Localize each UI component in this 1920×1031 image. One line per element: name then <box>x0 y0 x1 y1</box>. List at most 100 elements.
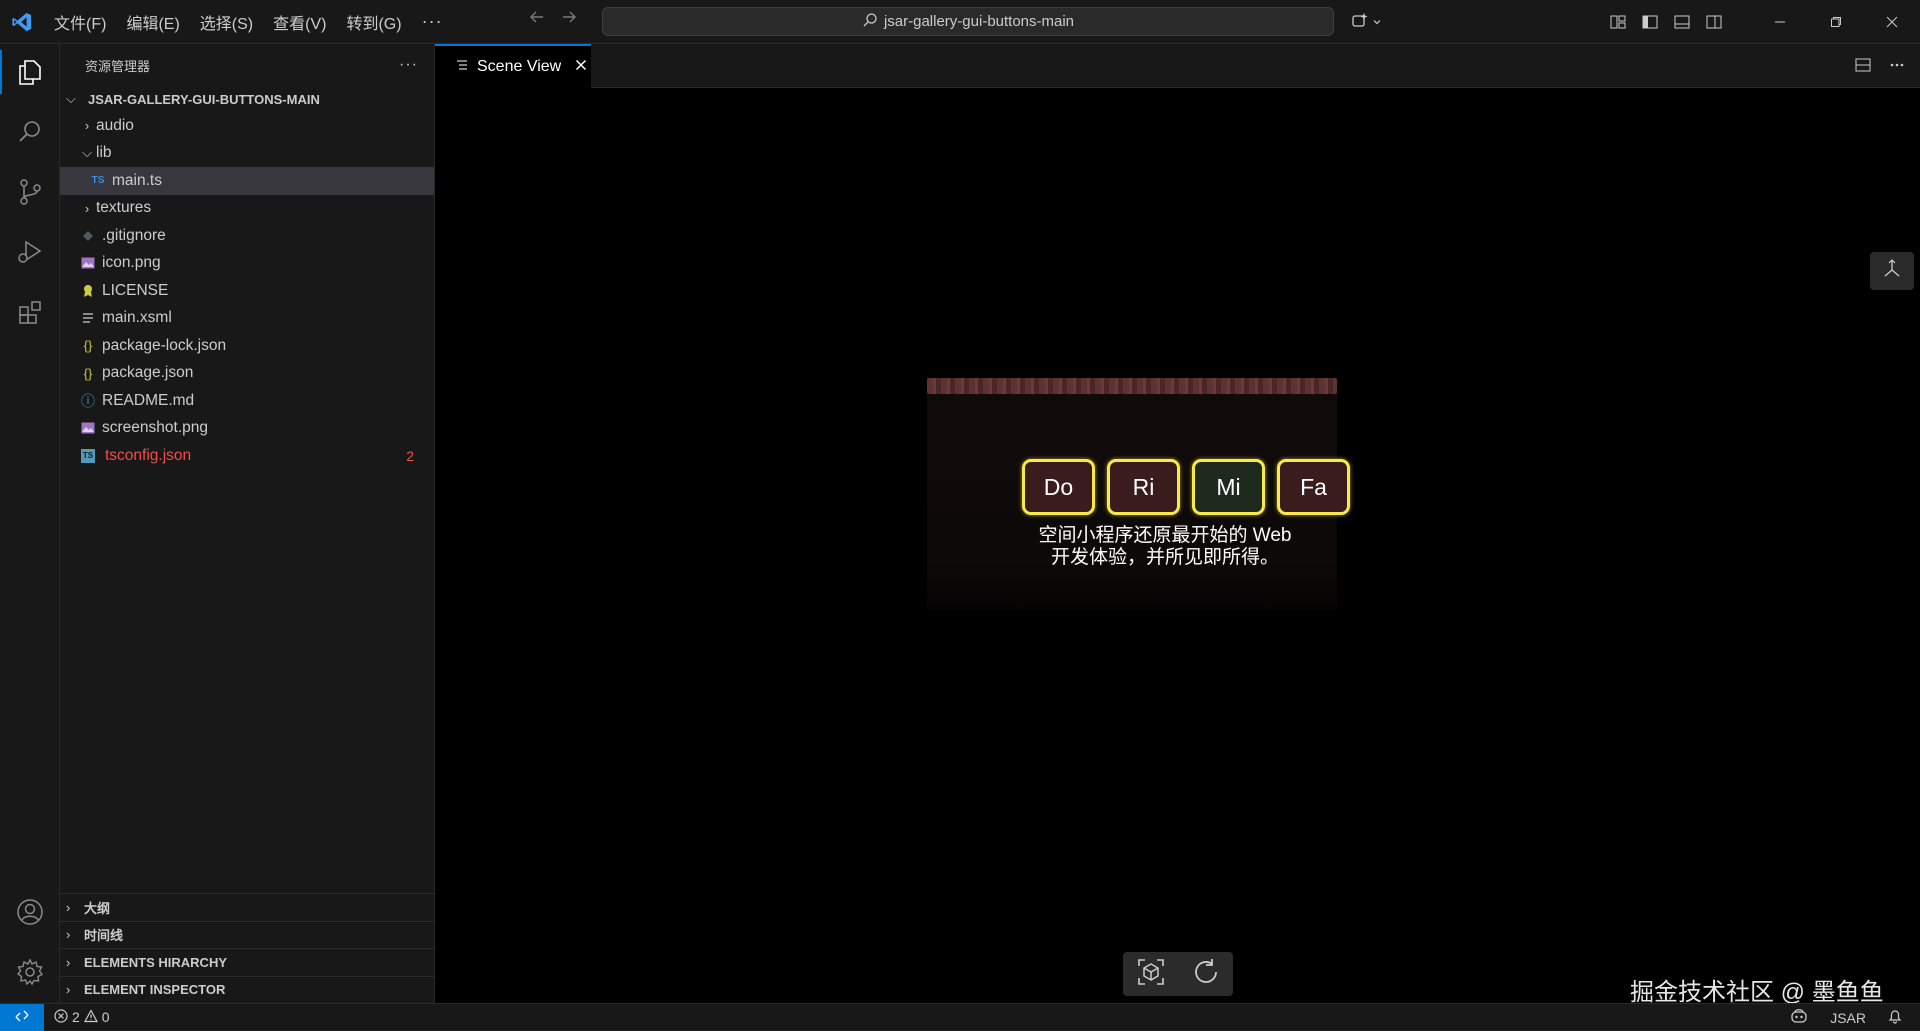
tree-item-main-ts[interactable]: TS main.ts <box>60 167 434 195</box>
menu-go[interactable]: 转到(G) <box>336 10 411 34</box>
tree-item-license[interactable]: LICENSE <box>60 277 434 305</box>
toggle-secondary-sidebar-icon[interactable] <box>1698 0 1730 44</box>
nav-arrows <box>528 8 578 32</box>
focus-object-icon[interactable] <box>1135 956 1167 992</box>
chevron-down-icon: ⌵ <box>82 145 92 161</box>
command-center-search[interactable]: jsar-gallery-gui-buttons-main <box>602 7 1334 36</box>
copilot-sparkle-icon <box>1350 10 1370 34</box>
scene-viewport[interactable]: Do Ri Mi Fa 空间小程序还原最开始的 Web 开发体验，并所见即所得。… <box>435 88 1920 1006</box>
tree-item-label: screenshot.png <box>102 419 208 437</box>
chevron-right-icon: › <box>66 982 71 998</box>
chevron-down-icon: ⌵ <box>66 91 76 106</box>
explorer-title: 资源管理器 <box>85 58 151 74</box>
tree-item-label: main.xsml <box>102 309 172 327</box>
watermark-text: 掘金技术社区 @ 墨鱼鱼 <box>1630 979 1884 1006</box>
vscode-logo-icon[interactable] <box>0 0 44 44</box>
source-control-icon[interactable] <box>0 164 60 220</box>
restore-icon[interactable] <box>1808 0 1864 44</box>
close-icon[interactable] <box>575 58 587 76</box>
tree-item-icon-png[interactable]: icon.png <box>60 250 434 278</box>
axis-gizmo-button[interactable] <box>1870 252 1914 290</box>
warning-count: 0 <box>101 1009 110 1025</box>
extensions-icon[interactable] <box>0 284 60 340</box>
note-button-ri[interactable]: Ri <box>1107 459 1180 515</box>
remote-indicator[interactable] <box>0 1003 44 1031</box>
back-arrow-icon[interactable] <box>528 8 546 32</box>
chevron-right-icon: › <box>66 899 71 915</box>
menu-view[interactable]: 查看(V) <box>263 10 336 34</box>
copilot-button[interactable] <box>1350 10 1382 34</box>
menu-selection[interactable]: 选择(S) <box>190 10 263 34</box>
status-bar: 2 0 JSAR <box>0 1003 1920 1031</box>
toggle-panel-icon[interactable] <box>1666 0 1698 44</box>
pane-timeline[interactable]: › 时间线 <box>60 920 435 949</box>
toggle-primary-sidebar-icon[interactable] <box>1634 0 1666 44</box>
workspace-root-label: JSAR-GALLERY-GUI-BUTTONS-MAIN <box>88 91 320 107</box>
workspace-root-folder[interactable]: ⌵ JSAR-GALLERY-GUI-BUTTONS-MAIN <box>60 86 434 112</box>
run-debug-icon[interactable] <box>0 224 60 280</box>
error-icon <box>54 1008 68 1026</box>
tree-item-textures[interactable]: › textures <box>60 195 434 223</box>
search-icon <box>862 12 878 32</box>
typescript-file-icon: TS <box>91 175 105 187</box>
menu-edit[interactable]: 编辑(E) <box>116 10 189 34</box>
problems-indicator[interactable]: 2 0 <box>44 1008 110 1026</box>
tree-item-main-xsml[interactable]: main.xsml <box>60 305 434 333</box>
tree-item-package-json[interactable]: {} package.json <box>60 360 434 388</box>
tab-label: Scene View <box>477 58 562 75</box>
forward-arrow-icon[interactable] <box>560 8 578 32</box>
tree-item-label: package.json <box>102 364 194 382</box>
tree-item-label: audio <box>96 116 134 134</box>
refresh-icon[interactable] <box>1191 957 1221 991</box>
pane-elements-hierarchy[interactable]: › ELEMENTS HIRARCHY <box>60 948 435 976</box>
tab-scene-view[interactable]: Scene View <box>435 44 591 88</box>
pane-element-inspector[interactable]: › ELEMENT INSPECTOR <box>60 975 435 1004</box>
tree-item-lib[interactable]: ⌵ lib <box>60 140 434 168</box>
menu-file[interactable]: 文件(F) <box>44 10 116 34</box>
explorer-header: 资源管理器 ··· <box>60 44 434 86</box>
tree-item-tsconfig-json[interactable]: TS tsconfig.json 2 <box>60 442 434 470</box>
tree-item-gitignore[interactable]: .gitignore <box>60 222 434 250</box>
minimize-icon[interactable] <box>1752 0 1808 44</box>
account-icon[interactable] <box>0 884 60 940</box>
menu-more[interactable]: ··· <box>412 11 453 32</box>
explorer-more-button[interactable]: ··· <box>399 56 418 74</box>
explorer-sidebar: 资源管理器 ··· ⌵ JSAR-GALLERY-GUI-BUTTONS-MAI… <box>60 44 435 1003</box>
tree-item-label: LICENSE <box>102 281 169 299</box>
note-button-do[interactable]: Do <box>1022 459 1095 515</box>
search-activity-icon[interactable] <box>0 104 60 160</box>
note-button-mi[interactable]: Mi <box>1192 459 1265 515</box>
tree-item-audio[interactable]: › audio <box>60 112 434 140</box>
scene-caption: 空间小程序还原最开始的 Web 开发体验，并所见即所得。 <box>995 525 1335 569</box>
copilot-status-icon[interactable] <box>1790 1008 1808 1027</box>
pane-element-inspector-label: ELEMENT INSPECTOR <box>84 982 226 998</box>
problem-count-badge: 2 <box>406 447 414 464</box>
pane-outline[interactable]: › 大纲 <box>60 893 435 921</box>
tree-item-label: textures <box>96 199 152 217</box>
editor-actions <box>1854 56 1906 78</box>
json-file-icon: {} <box>83 338 93 354</box>
more-actions-icon[interactable] <box>1888 56 1906 78</box>
tree-item-label: .gitignore <box>102 226 166 244</box>
tree-item-readme[interactable]: ⓘ README.md <box>60 387 434 415</box>
chevron-right-icon: › <box>84 118 90 134</box>
license-file-icon <box>78 284 98 298</box>
tree-item-package-lock-json[interactable]: {} package-lock.json <box>60 332 434 360</box>
language-mode[interactable]: JSAR <box>1830 1010 1866 1026</box>
preview-icon <box>455 58 469 77</box>
title-bar: 文件(F) 编辑(E) 选择(S) 查看(V) 转到(G) ··· jsar-g… <box>0 0 1920 44</box>
pane-elements-hierarchy-label: ELEMENTS HIRARCHY <box>84 954 228 970</box>
tree-item-label: main.ts <box>112 171 162 189</box>
pane-outline-label: 大纲 <box>84 900 111 916</box>
note-button-fa[interactable]: Fa <box>1277 459 1350 515</box>
bell-icon[interactable] <box>1888 1008 1902 1027</box>
scene-toolbar <box>1123 952 1233 996</box>
explorer-icon[interactable] <box>0 44 60 100</box>
split-editor-icon[interactable] <box>1854 56 1872 78</box>
close-window-icon[interactable] <box>1864 0 1920 44</box>
tree-item-label: README.md <box>102 391 195 409</box>
tree-item-screenshot-png[interactable]: screenshot.png <box>60 415 434 443</box>
customize-layout-icon[interactable] <box>1602 0 1634 44</box>
title-right-controls <box>1602 0 1920 44</box>
settings-gear-icon[interactable] <box>0 944 60 1000</box>
